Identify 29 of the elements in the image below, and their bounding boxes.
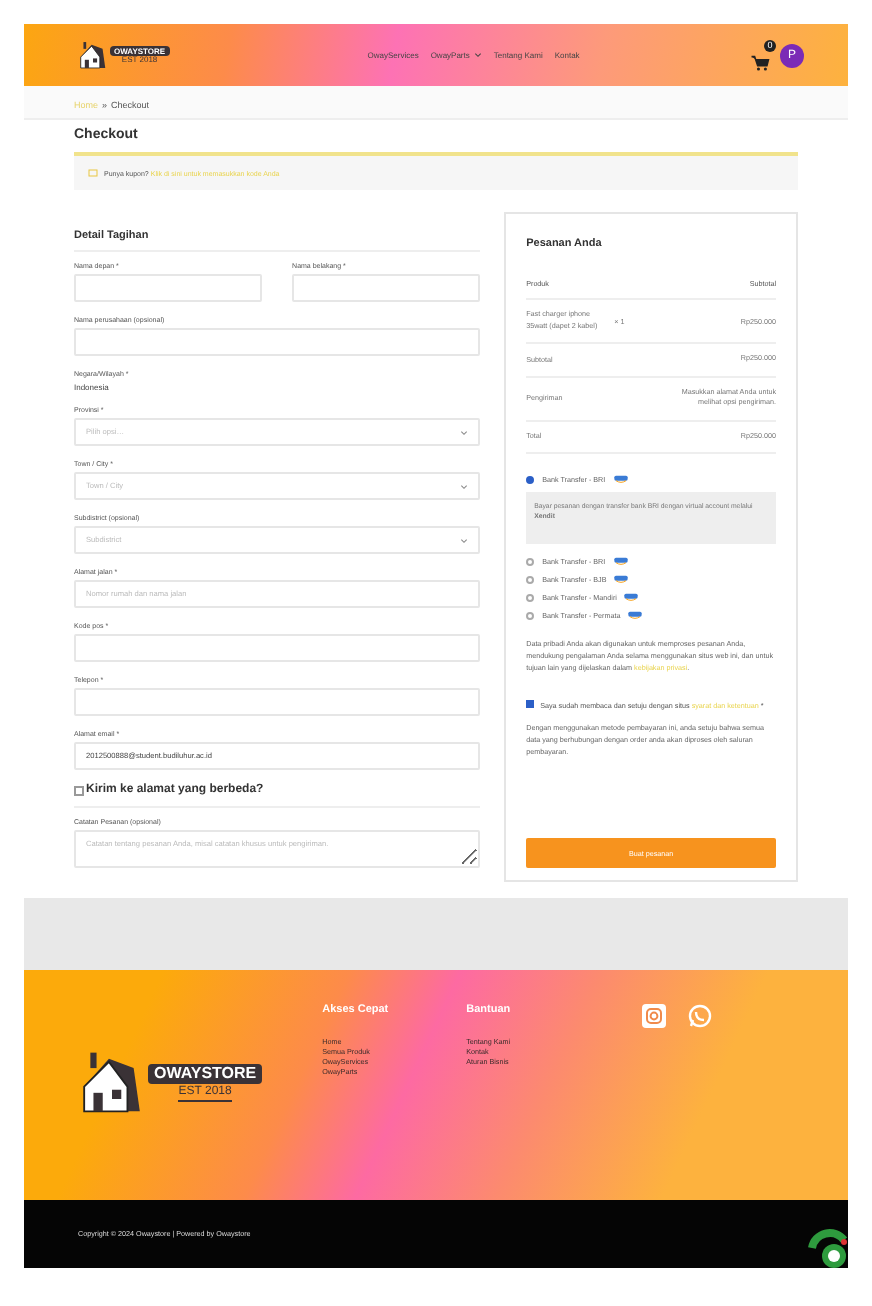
input-field[interactable] [74,688,481,716]
bank-logo-icon [613,474,628,484]
cart-icon [750,51,770,71]
coupon-icon [88,168,98,178]
house-icon [78,1048,146,1116]
chevron-icon [460,483,469,489]
radio-button[interactable] [526,611,535,619]
input-field[interactable] [74,634,481,662]
logo-name: OWAYSTORE [148,1063,263,1083]
radio-button[interactable] [526,557,535,565]
caret-icon [473,52,482,58]
bank-logo-icon [628,610,643,620]
bank-logo-icon [614,574,629,584]
chevron-icon [460,429,469,435]
radio-button[interactable] [526,575,535,583]
checkbox[interactable] [526,700,535,708]
whatsapp-icon [688,1004,713,1028]
bank-logo-icon [613,556,628,566]
chevron-icon [460,537,469,543]
bank-logo-icon [624,592,639,602]
input-field[interactable] [74,274,263,302]
badge-icon [808,1228,848,1268]
radio-button[interactable] [526,593,535,601]
checkbox[interactable] [74,785,84,795]
input-field[interactable] [292,274,481,302]
house-icon [78,40,108,70]
radio-button[interactable] [526,475,535,483]
input-field[interactable] [74,328,481,356]
instagram-icon [642,1004,667,1028]
